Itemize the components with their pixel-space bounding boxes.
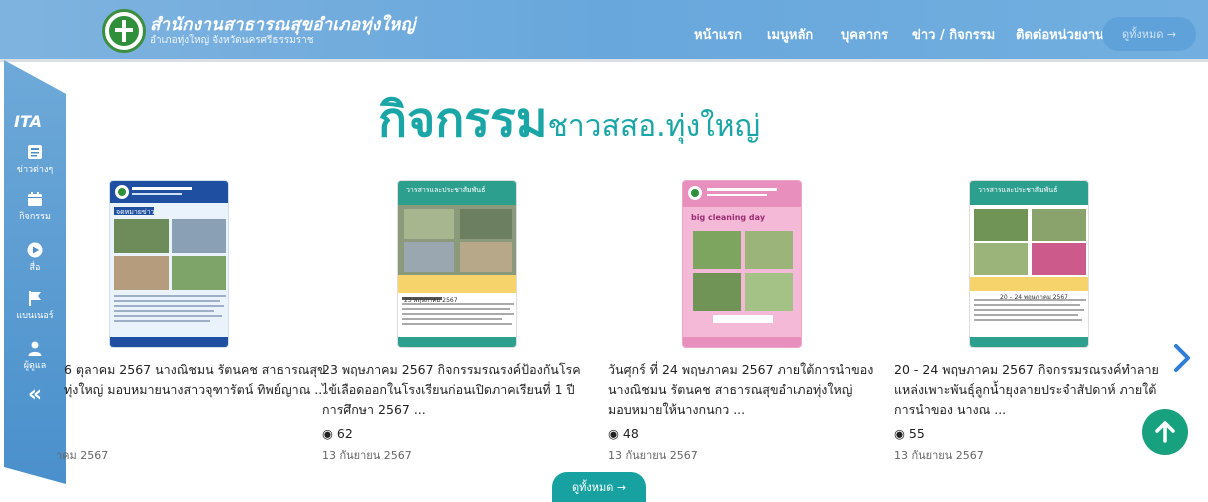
card-description[interactable]: 6 ตุลาคม 2567 นางณิชมน รัตนคช สาธารณสุข … [64, 360, 334, 400]
card-description[interactable]: 20 - 24 พฤษภาคม 2567 กิจกรรมรณรงค์ทำลาย … [894, 360, 1164, 420]
sidebar-label-activities: กิจกรรม [19, 212, 51, 222]
org-subtitle: อำเภอทุ่งใหญ่ จังหวัดนครศรีธรรมราช [150, 35, 314, 46]
thumbnail-caption: วารสารและประชาสัมพันธ์ [978, 186, 1058, 194]
card-thumbnail[interactable]: big cleaning day [682, 180, 802, 348]
thumbnail-caption: วารสารและประชาสัมพันธ์ [406, 186, 486, 194]
nav-news-activities[interactable]: ข่าว / กิจกรรม [912, 24, 995, 45]
user-icon [28, 341, 42, 356]
card-date: 13 กันยายน 2567 [894, 449, 984, 462]
see-all-button[interactable]: ดูทั้งหมด → [552, 472, 646, 502]
ita-link[interactable]: ITA [14, 112, 42, 131]
play-icon [27, 242, 43, 258]
sidebar-item-media[interactable]: สื่อ [4, 242, 66, 274]
sidebar-label-media: สื่อ [29, 263, 41, 273]
card-views: ◉ 55 [894, 426, 925, 441]
card-thumbnail[interactable]: จดหมายข่าว [109, 180, 229, 348]
cleaning-day-thumbnail-image [683, 181, 801, 347]
top-header: สำนักงานสาธารณสุขอำเภอทุ่งใหญ่ อำเภอทุ่ง… [0, 0, 1208, 62]
side-menu: ITA ข่าวต่างๆ กิจกรรม สื่อ แบนเนอร์ ผู้ด… [4, 60, 66, 484]
thumbnail-caption: จดหมายข่าว [116, 208, 155, 216]
scroll-to-top-button[interactable] [1142, 409, 1188, 455]
nav-main-menu[interactable]: เมนูหลัก [767, 24, 813, 45]
page-title-sub: ชาวสสอ.ทุ่งใหญ่ [547, 109, 761, 144]
card-thumbnail[interactable]: วารสารและประชาสัมพันธ์ 23 พฤษภาคม 2567 [397, 180, 517, 348]
flag-icon [29, 291, 41, 306]
view-count: 62 [336, 426, 353, 441]
sidebar-item-admin[interactable]: ผู้ดูแล [4, 340, 66, 372]
page-title-main: กิจกรรม [378, 92, 548, 148]
card-date: 13 กันยายน 2567 [322, 449, 412, 462]
card-date: าคม 2567 [56, 449, 109, 462]
sidebar-label-news: ข่าวต่างๆ [16, 165, 54, 175]
ministry-logo-icon[interactable] [102, 9, 146, 53]
sidebar-label-banner: แบนเนอร์ [16, 311, 54, 321]
sidebar-item-banner[interactable]: แบนเนอร์ [4, 290, 66, 322]
nav-contact[interactable]: ติดต่อหน่วยงาน [1016, 24, 1104, 45]
newspaper-icon [28, 145, 42, 159]
card-views: ◉ 48 [608, 426, 639, 441]
sidebar-collapse-button[interactable]: « [4, 382, 66, 407]
header-see-all-button[interactable]: ดูทั้งหมด → [1102, 17, 1196, 51]
nav-staff[interactable]: บุคลากร [841, 24, 888, 45]
card-views: ◉ 62 [322, 426, 353, 441]
thumbnail-caption: big cleaning day [691, 213, 766, 222]
view-count: 55 [908, 426, 925, 441]
sidebar-item-news[interactable]: ข่าวต่างๆ [4, 144, 66, 176]
thumbnail-date: 23 พฤษภาคม 2567 [404, 297, 458, 304]
eye-icon: ◉ [894, 426, 905, 441]
arrow-up-icon [1155, 421, 1175, 443]
card-description[interactable]: วันศุกร์ ที่ 24 พฤษภาคม 2567 ภายใต้การนำ… [608, 360, 878, 420]
calendar-icon [28, 192, 42, 206]
card-thumbnail[interactable]: วารสารและประชาสัมพันธ์ 20 – 24 พฤษภาคม 2… [969, 180, 1089, 348]
eye-icon: ◉ [322, 426, 333, 441]
nav-home[interactable]: หน้าแรก [694, 24, 742, 45]
larvae-campaign-thumbnail-image [970, 181, 1088, 347]
sidebar-label-admin: ผู้ดูแล [23, 361, 47, 371]
card-date: 13 กันยายน 2567 [608, 449, 698, 462]
carousel-next-icon[interactable] [1170, 343, 1194, 373]
view-count: 48 [622, 426, 639, 441]
thumbnail-date: 20 – 24 พฤษภาคม 2567 [1000, 294, 1069, 301]
eye-icon: ◉ [608, 426, 619, 441]
sidebar-item-activities[interactable]: กิจกรรม [4, 191, 66, 223]
page-title: กิจกรรมชาวสสอ.ทุ่งใหญ่ [378, 82, 760, 158]
card-description[interactable]: 23 พฤษภาคม 2567 กิจกรรมรณรงค์ป้องกันโรคไ… [322, 360, 592, 420]
campaign-thumbnail-image [398, 181, 516, 347]
